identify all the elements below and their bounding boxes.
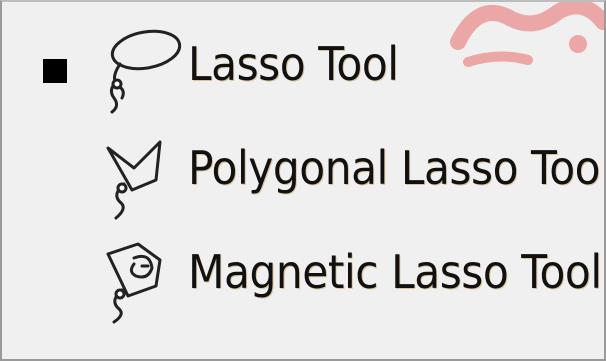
selected-indicator [43, 59, 67, 83]
magnetic-lasso-icon [106, 242, 162, 324]
menu-item-polygonal-lasso-tool[interactable]: Polygonal Lasso Tool [2, 118, 606, 220]
lasso-tool-flyout-menu: Lasso Tool Polygonal Lasso Tool Magnetic… [0, 0, 606, 361]
menu-item-label: Magnetic Lasso Tool [188, 245, 602, 299]
polygonal-lasso-icon [106, 140, 162, 220]
menu-item-label: Lasso Tool [188, 37, 399, 91]
menu-item-label: Polygonal Lasso Tool [188, 141, 606, 195]
lasso-icon [109, 29, 182, 114]
menu-item-magnetic-lasso-tool[interactable]: Magnetic Lasso Tool [2, 222, 604, 324]
menu-item-lasso-tool[interactable]: Lasso Tool [2, 14, 604, 114]
